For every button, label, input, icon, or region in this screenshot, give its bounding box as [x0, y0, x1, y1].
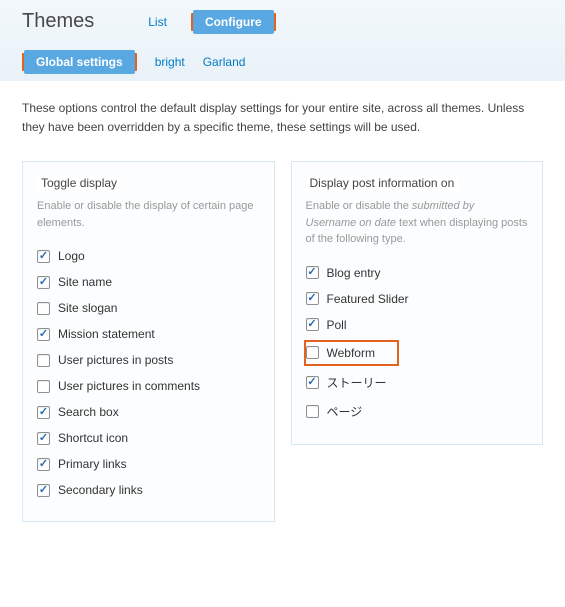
- checkbox-logo[interactable]: [37, 250, 50, 263]
- label-user-pics-comments: User pictures in comments: [58, 379, 200, 393]
- checkbox-search[interactable]: [37, 406, 50, 419]
- checkbox-primary[interactable]: [37, 458, 50, 471]
- checkbox-blog[interactable]: [306, 266, 319, 279]
- checkbox-secondary[interactable]: [37, 484, 50, 497]
- columns: Toggle display Enable or disable the dis…: [22, 161, 543, 522]
- checkbox-story[interactable]: [306, 376, 319, 389]
- option-logo[interactable]: Logo: [37, 243, 260, 269]
- fieldset-legend-postinfo: Display post information on: [306, 176, 459, 190]
- checkbox-shortcut[interactable]: [37, 432, 50, 445]
- label-site-name: Site name: [58, 275, 112, 289]
- label-site-slogan: Site slogan: [58, 301, 117, 315]
- highlight-webform: Webform: [304, 340, 399, 366]
- option-story[interactable]: ストーリー: [306, 368, 529, 397]
- label-user-pics-posts: User pictures in posts: [58, 353, 173, 367]
- option-site-slogan[interactable]: Site slogan: [37, 295, 260, 321]
- title-row: Themes List Configure: [22, 10, 543, 47]
- content: These options control the default displa…: [0, 81, 565, 540]
- label-page: ページ: [327, 403, 363, 420]
- label-search: Search box: [58, 405, 119, 419]
- label-poll: Poll: [327, 318, 347, 332]
- checkbox-page[interactable]: [306, 405, 319, 418]
- label-primary: Primary links: [58, 457, 127, 471]
- option-blog[interactable]: Blog entry: [306, 260, 529, 286]
- intro-text: These options control the default displa…: [22, 99, 543, 137]
- label-story: ストーリー: [327, 374, 387, 391]
- tab-list[interactable]: List: [148, 15, 167, 29]
- checkbox-user-pics-posts[interactable]: [37, 354, 50, 367]
- option-shortcut[interactable]: Shortcut icon: [37, 425, 260, 451]
- label-webform: Webform: [327, 346, 375, 360]
- tab-configure[interactable]: Configure: [193, 10, 274, 34]
- label-shortcut: Shortcut icon: [58, 431, 128, 445]
- checkbox-poll[interactable]: [306, 318, 319, 331]
- label-mission: Mission statement: [58, 327, 155, 341]
- option-search[interactable]: Search box: [37, 399, 260, 425]
- label-blog: Blog entry: [327, 266, 381, 280]
- fieldset-post-info: Display post information on Enable or di…: [291, 161, 544, 445]
- label-secondary: Secondary links: [58, 483, 143, 497]
- fieldset-legend-toggle: Toggle display: [37, 176, 121, 190]
- option-primary[interactable]: Primary links: [37, 451, 260, 477]
- option-secondary[interactable]: Secondary links: [37, 477, 260, 503]
- subtab-bright[interactable]: bright: [155, 55, 185, 69]
- option-user-pics-comments[interactable]: User pictures in comments: [37, 373, 260, 399]
- fieldset-desc-postinfo: Enable or disable the submitted by Usern…: [306, 198, 529, 248]
- option-site-name[interactable]: Site name: [37, 269, 260, 295]
- option-slider[interactable]: Featured Slider: [306, 286, 529, 312]
- checkbox-user-pics-comments[interactable]: [37, 380, 50, 393]
- option-mission[interactable]: Mission statement: [37, 321, 260, 347]
- checkbox-webform[interactable]: [306, 346, 319, 359]
- option-poll[interactable]: Poll: [306, 312, 529, 338]
- checkbox-site-slogan[interactable]: [37, 302, 50, 315]
- option-page[interactable]: ページ: [306, 397, 529, 426]
- page-title: Themes: [22, 10, 124, 33]
- subtab-global-settings[interactable]: Global settings: [24, 50, 135, 74]
- sub-tabs: Global settings bright Garland: [22, 47, 543, 81]
- fieldset-toggle-display: Toggle display Enable or disable the dis…: [22, 161, 275, 522]
- subtab-garland[interactable]: Garland: [203, 55, 246, 69]
- fieldset-desc-toggle: Enable or disable the display of certain…: [37, 198, 260, 231]
- option-user-pics-posts[interactable]: User pictures in posts: [37, 347, 260, 373]
- checkbox-site-name[interactable]: [37, 276, 50, 289]
- highlight-configure: Configure: [191, 13, 276, 31]
- page-header: Themes List Configure Global settings br…: [0, 0, 565, 81]
- checkbox-mission[interactable]: [37, 328, 50, 341]
- highlight-global-settings: Global settings: [22, 53, 137, 71]
- checkbox-slider[interactable]: [306, 292, 319, 305]
- label-logo: Logo: [58, 249, 85, 263]
- label-slider: Featured Slider: [327, 292, 409, 306]
